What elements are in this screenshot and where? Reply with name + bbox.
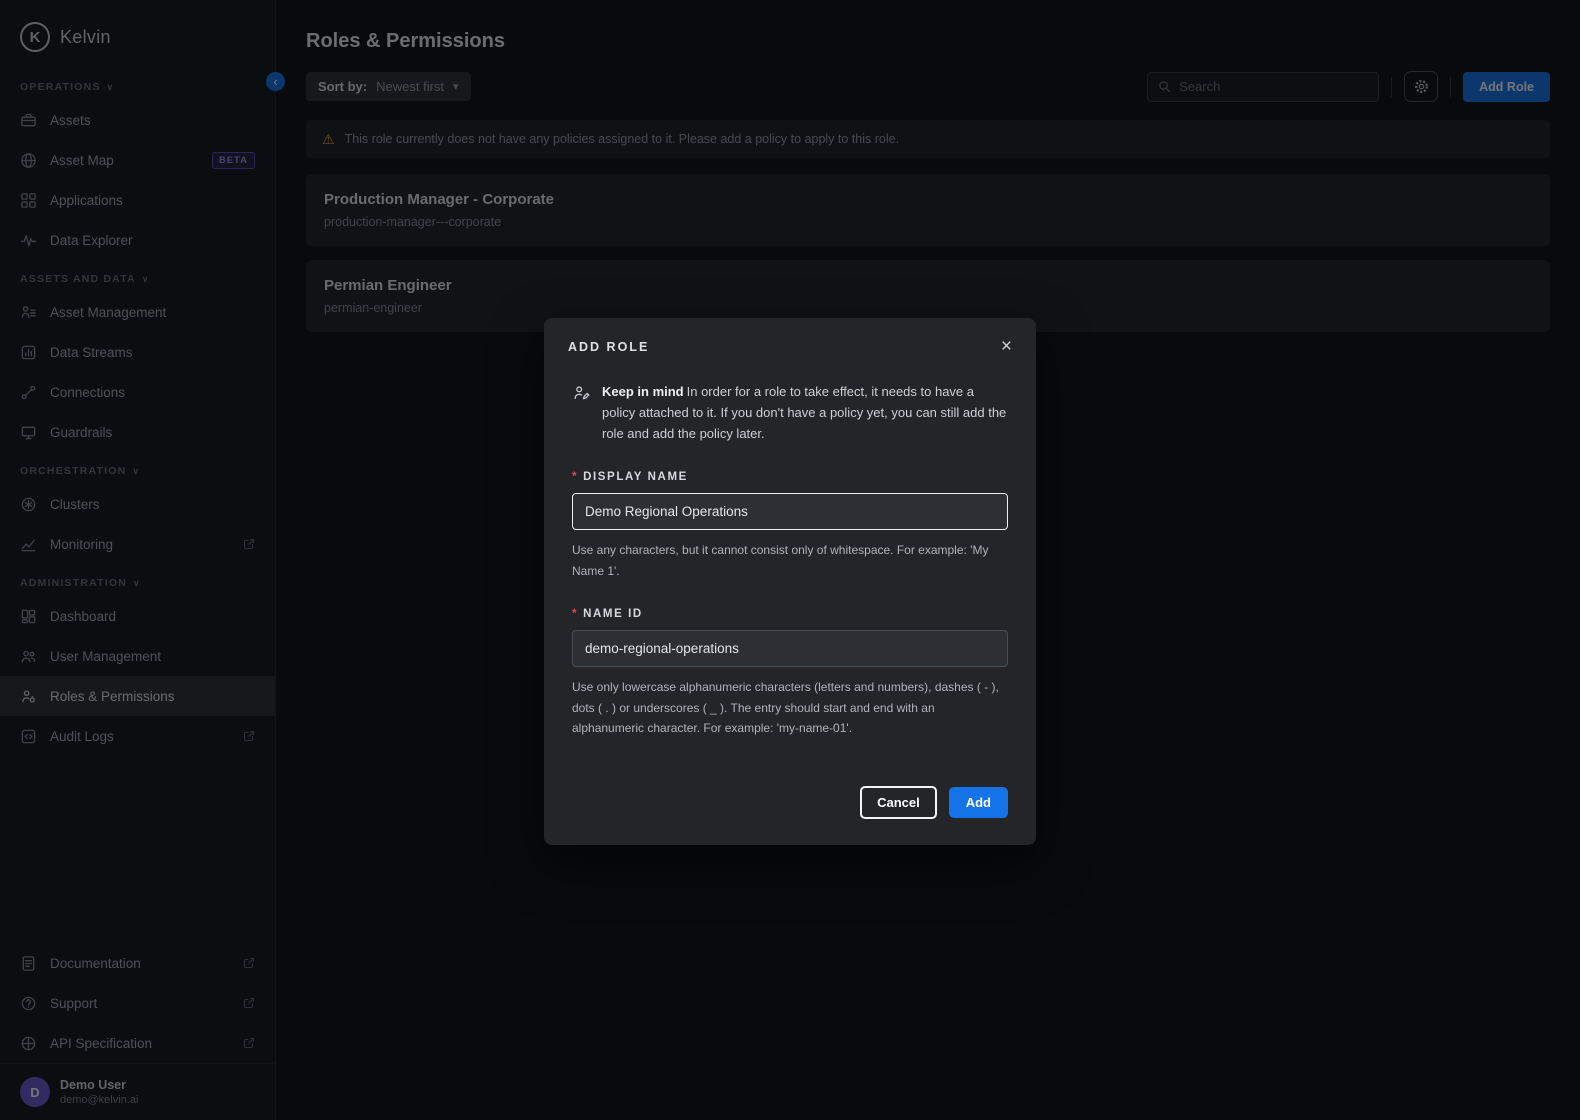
- add-role-modal: ADD ROLE × Keep in mind In order for a ro…: [544, 318, 1036, 846]
- required-asterisk: *: [572, 608, 579, 621]
- app-window: K Kelvin OPERATIONS ∨ Assets Asset Map B…: [0, 0, 1580, 1120]
- note-text: Keep in mind In order for a role to take …: [602, 382, 1008, 444]
- modal-footer: Cancel Add: [544, 738, 1036, 845]
- note-writer-icon: [572, 384, 590, 444]
- name-id-help: Use only lowercase alphanumeric characte…: [572, 680, 999, 735]
- modal-body: Keep in mind In order for a role to take …: [544, 364, 1036, 738]
- name-id-label: * NAME ID: [572, 608, 1008, 620]
- required-asterisk: *: [572, 471, 579, 484]
- keep-in-mind-note: Keep in mind In order for a role to take …: [572, 382, 1008, 444]
- field-label-text: NAME ID: [583, 608, 643, 621]
- note-bold-text: Keep in mind: [602, 384, 684, 399]
- field-label-text: DISPLAY NAME: [583, 471, 688, 484]
- cancel-button[interactable]: Cancel: [860, 786, 937, 820]
- add-button[interactable]: Add: [948, 787, 1008, 819]
- display-name-help: Use any characters, but it cannot consis…: [572, 543, 989, 578]
- display-name-label: * DISPLAY NAME: [572, 471, 1008, 483]
- modal-header: ADD ROLE ×: [544, 318, 1036, 364]
- display-name-input[interactable]: [572, 493, 1008, 531]
- name-id-input[interactable]: [572, 630, 1008, 668]
- close-icon[interactable]: ×: [1001, 337, 1012, 356]
- modal-title: ADD ROLE: [568, 339, 650, 354]
